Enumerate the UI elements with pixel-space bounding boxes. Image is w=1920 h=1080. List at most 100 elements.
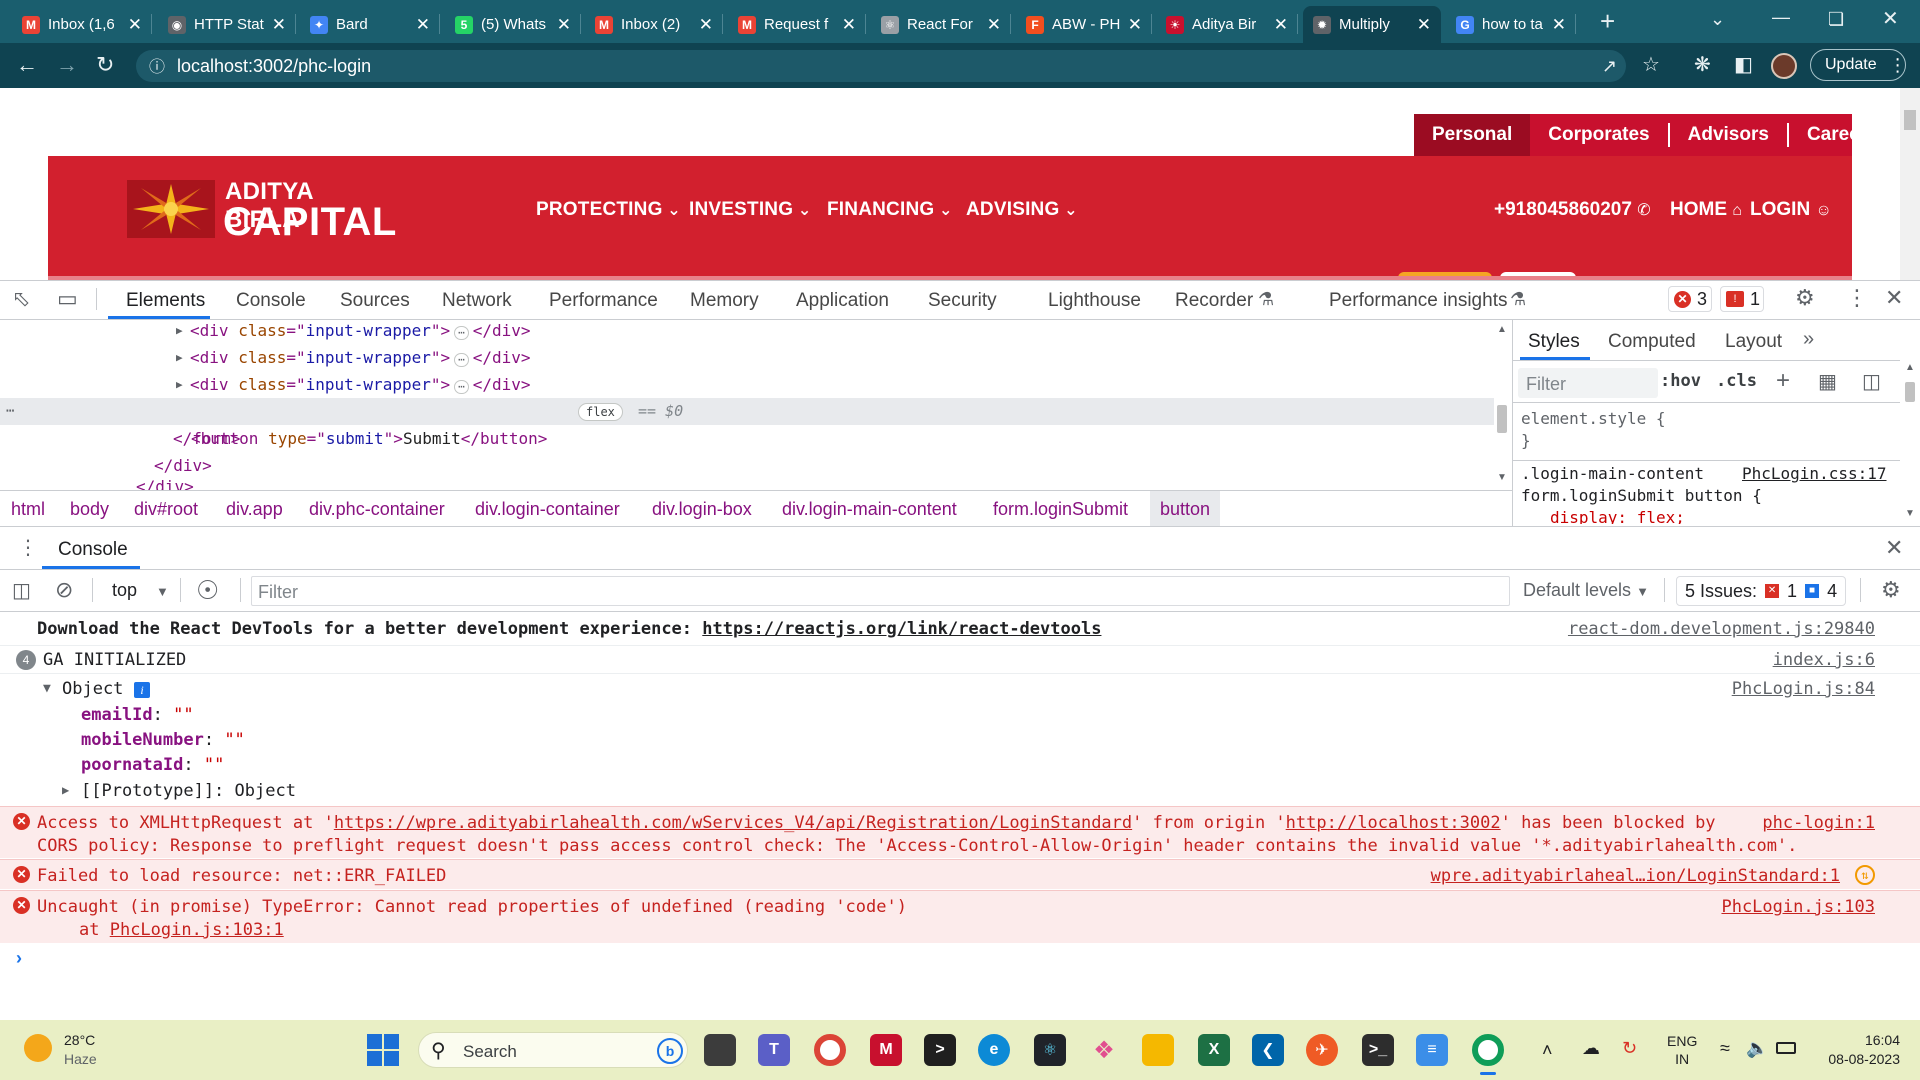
- file-explorer-icon[interactable]: [1142, 1034, 1174, 1066]
- site-top-nav-item[interactable]: Advisors: [1670, 123, 1789, 147]
- source-link[interactable]: index.js:6: [1773, 650, 1875, 670]
- tab-close-icon[interactable]: ✕: [272, 15, 286, 35]
- home-link[interactable]: HOME ⌂: [1670, 199, 1742, 221]
- site-top-nav-item[interactable]: Corporates: [1530, 123, 1670, 147]
- devtools-tab[interactable]: Console: [236, 290, 306, 312]
- breadcrumb-item[interactable]: div.login-box: [652, 499, 752, 520]
- main-nav-item[interactable]: INVESTING ⌄: [689, 199, 811, 221]
- drawer-menu-icon[interactable]: ⋮: [18, 535, 38, 560]
- terminal-app-icon[interactable]: >: [924, 1034, 956, 1066]
- excel-icon[interactable]: X: [1198, 1034, 1230, 1066]
- ellipsis-badge[interactable]: ⋯: [454, 353, 469, 367]
- back-icon[interactable]: ←: [16, 54, 38, 76]
- devtools-tab[interactable]: Performance insights: [1329, 290, 1507, 312]
- devtools-tab[interactable]: Network: [442, 290, 512, 312]
- main-nav-item[interactable]: PROTECTING ⌄: [536, 199, 681, 221]
- console-sidebar-icon[interactable]: ◫: [12, 578, 31, 603]
- sync-tray-icon[interactable]: ↻: [1622, 1038, 1637, 1059]
- breadcrumb-item[interactable]: html: [11, 499, 45, 520]
- reload-icon[interactable]: ↻: [96, 54, 114, 76]
- network-tray-icon[interactable]: ☁: [1582, 1038, 1600, 1059]
- expand-triangle-icon[interactable]: ▶: [176, 317, 183, 344]
- issue-count-badge[interactable]: ! 1: [1720, 286, 1764, 312]
- clear-console-icon[interactable]: ⊘: [55, 577, 73, 603]
- browser-tab[interactable]: 5 (5) Whats ✕: [445, 6, 581, 43]
- console-prompt[interactable]: ›: [0, 944, 1920, 974]
- site-info-icon[interactable]: ⓘ: [149, 57, 165, 79]
- maximize-icon[interactable]: ❏: [1828, 8, 1844, 30]
- tab-close-icon[interactable]: ✕: [1417, 15, 1431, 35]
- dom-node-line[interactable]: ▶ <div class="input-wrapper"> ⋯ </div>: [176, 371, 531, 398]
- bookmark-star-icon[interactable]: ☆: [1642, 54, 1660, 76]
- windows-terminal-icon[interactable]: >_: [1362, 1034, 1394, 1066]
- tab-close-icon[interactable]: ✕: [416, 15, 430, 35]
- extensions-icon[interactable]: ❋: [1694, 54, 1711, 76]
- styles-tab[interactable]: Layout: [1725, 331, 1782, 353]
- styles-more-tabs-icon[interactable]: »: [1803, 328, 1814, 351]
- browser-tab[interactable]: ✹ Multiply ✕: [1303, 6, 1441, 43]
- devtools-tab[interactable]: Security: [928, 290, 997, 312]
- flex-badge[interactable]: flex: [578, 403, 623, 421]
- ellipsis-badge[interactable]: ⋯: [454, 326, 469, 340]
- update-button[interactable]: Update ⋮: [1810, 49, 1907, 81]
- chrome-active-icon[interactable]: [1472, 1034, 1504, 1066]
- login-link[interactable]: LOGIN ☺: [1750, 199, 1832, 221]
- console-filter-input[interactable]: Filter: [251, 576, 1510, 606]
- phone-link[interactable]: +918045860207 ✆: [1494, 199, 1651, 221]
- styles-tab[interactable]: Computed: [1608, 331, 1696, 353]
- devtools-close-icon[interactable]: ✕: [1885, 287, 1903, 309]
- origin-link[interactable]: http://localhost:3002: [1286, 813, 1501, 833]
- postman-icon[interactable]: ✈: [1306, 1034, 1338, 1066]
- devtools-tab[interactable]: Sources: [340, 290, 410, 312]
- main-nav-item[interactable]: FINANCING ⌄: [827, 199, 953, 221]
- forward-icon[interactable]: →: [56, 54, 78, 76]
- toggle-sidebar-icon[interactable]: ◫: [1862, 369, 1881, 394]
- language-indicator[interactable]: ENG IN: [1667, 1032, 1697, 1068]
- volume-icon[interactable]: 🔈: [1746, 1038, 1768, 1059]
- browser-tab[interactable]: M Inbox (2) ✕: [585, 6, 723, 43]
- prototype-triangle-icon[interactable]: ▶: [62, 783, 69, 797]
- git-kraken-icon[interactable]: ❖: [1088, 1034, 1120, 1066]
- mcafee-icon[interactable]: M: [870, 1034, 902, 1066]
- devtools-tab[interactable]: Application: [796, 290, 889, 312]
- dom-node-line[interactable]: ▶ <div class="input-wrapper"> ⋯ </div>: [176, 344, 531, 371]
- profile-avatar[interactable]: [1771, 53, 1797, 79]
- css-rule-selector[interactable]: .login-main-content: [1521, 464, 1704, 483]
- hov-toggle[interactable]: :hov: [1660, 371, 1701, 391]
- devtools-tab[interactable]: Memory: [690, 290, 759, 312]
- browser-tab[interactable]: Ghow to ta ✕: [1446, 6, 1576, 43]
- console-settings-icon[interactable]: ⚙: [1881, 577, 1901, 603]
- kebab-menu-icon[interactable]: ⋮: [1889, 55, 1907, 76]
- chrome-icon[interactable]: [814, 1034, 846, 1066]
- browser-tab[interactable]: M Request f ✕: [728, 6, 866, 43]
- start-button[interactable]: [367, 1034, 399, 1066]
- vscode-icon[interactable]: ❮: [1252, 1034, 1284, 1066]
- cls-toggle[interactable]: .cls: [1716, 371, 1757, 391]
- ellipsis-badge[interactable]: ⋯: [454, 380, 469, 394]
- devtools-tab[interactable]: Lighthouse: [1048, 290, 1141, 312]
- styles-scrollbar[interactable]: ▲ ▼: [1900, 360, 1920, 526]
- error-count-badge[interactable]: ✕ 3: [1668, 286, 1712, 312]
- browser-tab[interactable]: M Inbox (1,6 ✕: [12, 6, 152, 43]
- devtools-settings-icon[interactable]: ⚙: [1795, 287, 1815, 309]
- expand-triangle-icon[interactable]: ▼: [43, 681, 51, 696]
- tab-close-icon[interactable]: ✕: [699, 15, 713, 35]
- stack-link[interactable]: PhcLogin.js:103:1: [110, 920, 284, 940]
- devtools-tab[interactable]: Recorder: [1175, 290, 1253, 312]
- console-message-object[interactable]: ▼ Object i PhcLogin.js:84 emailId: "" mob…: [0, 673, 1920, 805]
- expand-triangle-icon[interactable]: ▶: [176, 371, 183, 398]
- styles-tab[interactable]: Styles: [1528, 331, 1580, 353]
- breadcrumb-item[interactable]: div.phc-container: [309, 499, 445, 520]
- clock[interactable]: 16:04 08-08-2023: [1810, 1031, 1900, 1069]
- main-nav-item[interactable]: ADVISING ⌄: [966, 199, 1078, 221]
- tab-close-icon[interactable]: ✕: [1552, 15, 1566, 35]
- new-tab-icon[interactable]: +: [1600, 8, 1615, 34]
- devtools-tab[interactable]: Performance: [549, 290, 658, 312]
- source-link[interactable]: PhcLogin.js:84: [1732, 679, 1875, 699]
- devtools-tab[interactable]: Elements: [126, 290, 205, 312]
- share-icon[interactable]: ↗: [1602, 55, 1617, 77]
- breadcrumb-item[interactable]: body: [70, 499, 109, 520]
- show-hidden-icons[interactable]: ˄: [1542, 1040, 1553, 1061]
- wifi-icon[interactable]: ≈: [1720, 1038, 1730, 1059]
- devtools-more-icon[interactable]: ⋮: [1846, 287, 1868, 309]
